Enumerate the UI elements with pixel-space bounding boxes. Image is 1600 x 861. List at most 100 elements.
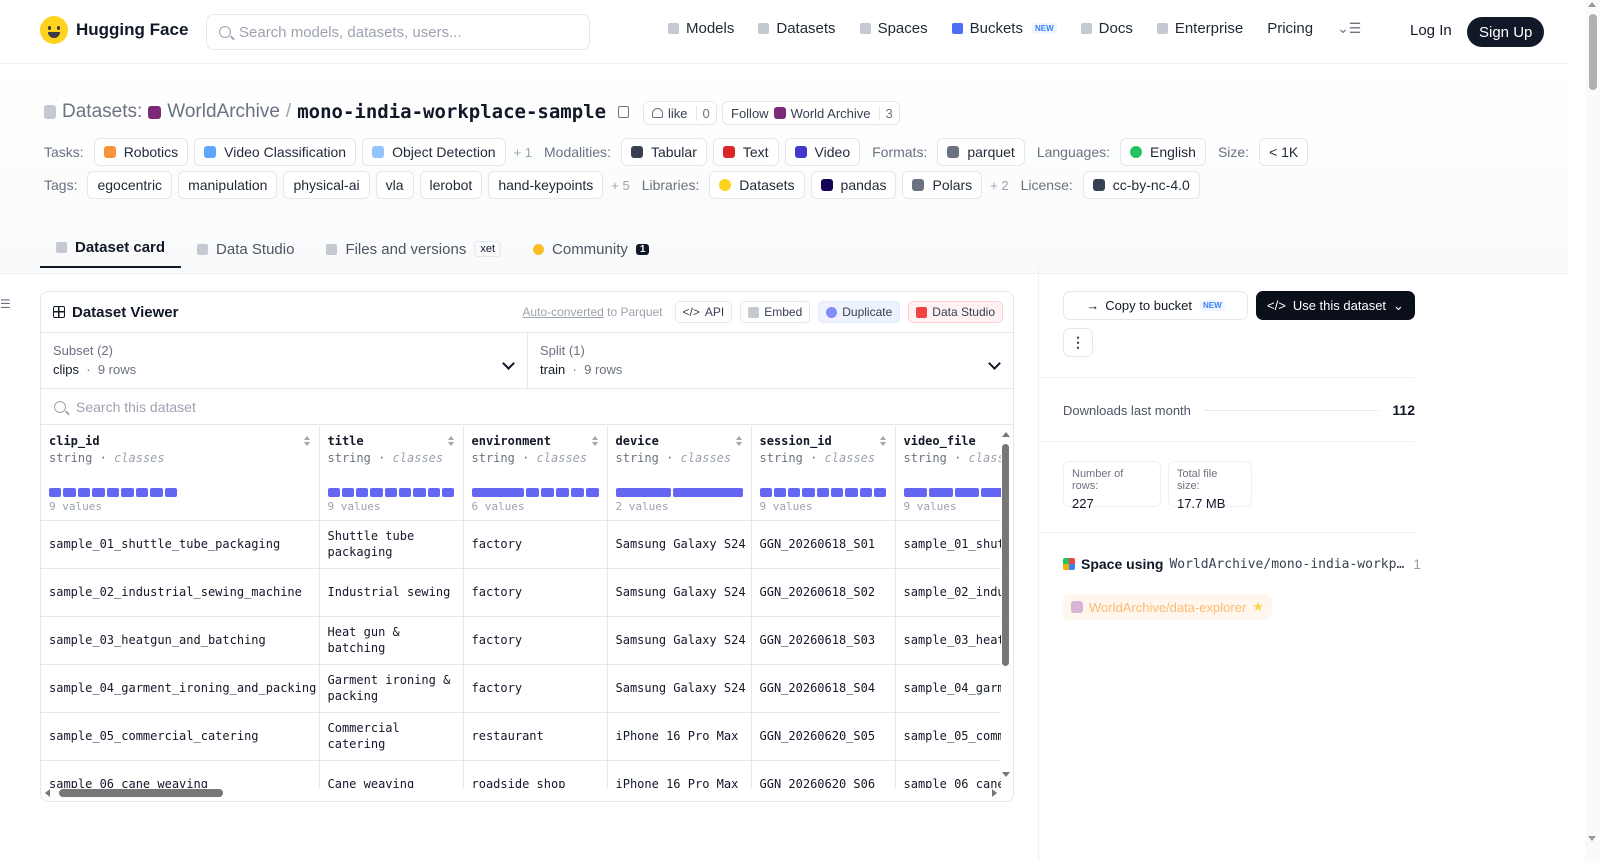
cell-clip-id[interactable]: sample_03_heatgun_and_batching xyxy=(41,616,320,665)
cell-session-id[interactable]: GGN_20260618_S04 xyxy=(751,664,896,713)
cell-device[interactable]: iPhone 16 Pro Max xyxy=(607,760,752,788)
like-button[interactable]: like 0 xyxy=(643,101,717,125)
tag-physical-ai[interactable]: physical-ai xyxy=(283,171,370,199)
cell-session-id[interactable]: GGN_20260620_S06 xyxy=(751,760,896,788)
cell-video-file[interactable]: sample_05_commercial_catering xyxy=(895,712,1001,761)
tag-vla[interactable]: vla xyxy=(375,171,414,199)
column-header[interactable]: device string · classes 2 values xyxy=(607,426,752,521)
table-row[interactable]: sample_03_heatgun_and_batching Heat gun … xyxy=(41,616,1001,665)
global-search-input[interactable]: Search models, datasets, users... xyxy=(206,14,590,50)
tab-community[interactable]: Community 1 xyxy=(517,230,665,268)
cell-session-id[interactable]: GGN_20260618_S03 xyxy=(751,616,896,665)
login-link[interactable]: Log In xyxy=(1410,22,1452,39)
sort-icon[interactable] xyxy=(303,436,311,448)
scroll-thumb[interactable] xyxy=(1002,444,1009,666)
cell-device[interactable]: Samsung Galaxy S24 xyxy=(607,664,752,713)
sort-icon[interactable] xyxy=(591,436,599,448)
brand-link[interactable]: Hugging Face xyxy=(40,16,188,44)
task-object-detection[interactable]: Object Detection xyxy=(362,138,506,166)
cell-clip-id[interactable]: sample_01_shuttle_tube_packaging xyxy=(41,520,320,569)
tab-dataset-card[interactable]: Dataset card xyxy=(40,230,182,268)
language-english[interactable]: English xyxy=(1120,138,1206,166)
embed-button[interactable]: Embed xyxy=(740,301,811,323)
space-link-chip[interactable]: WorldArchive/data-explorer ★ xyxy=(1063,594,1272,620)
cell-environment[interactable]: roadside shop xyxy=(463,760,608,788)
modality-video[interactable]: Video xyxy=(784,138,861,166)
cell-video-file[interactable]: sample_06_cane_weaving xyxy=(895,760,1001,788)
more-menu-icon[interactable]: ⌄☰ xyxy=(1337,20,1361,37)
nav-models[interactable]: Models xyxy=(668,20,734,37)
cell-video-file[interactable]: sample_02_industrial_sewing_machine xyxy=(895,568,1001,617)
library-pandas[interactable]: pandas xyxy=(810,171,897,199)
nav-pricing[interactable]: Pricing xyxy=(1267,20,1313,37)
tab-data-studio[interactable]: Data Studio xyxy=(181,230,310,268)
library-datasets[interactable]: Datasets xyxy=(709,171,805,199)
cell-title[interactable]: Garment ironing & packing xyxy=(319,664,464,713)
modality-text[interactable]: Text xyxy=(712,138,779,166)
scroll-down-arrow-icon[interactable] xyxy=(1588,836,1596,841)
data-studio-button[interactable]: Data Studio xyxy=(908,301,1003,323)
column-header[interactable]: video_file string · classes 9 values xyxy=(895,426,1001,521)
format-parquet[interactable]: parquet xyxy=(937,138,1025,166)
scroll-up-arrow-icon[interactable] xyxy=(1002,432,1010,437)
copy-to-bucket-button[interactable]: → Copy to bucket NEW xyxy=(1063,291,1248,320)
task-video-classification[interactable]: Video Classification xyxy=(194,138,357,166)
more-options-button[interactable]: ⋮ xyxy=(1063,328,1093,357)
cell-environment[interactable]: restaurant xyxy=(463,712,608,761)
cell-clip-id[interactable]: sample_02_industrial_sewing_machine xyxy=(41,568,320,617)
sort-icon[interactable] xyxy=(879,436,887,448)
scroll-up-arrow-icon[interactable] xyxy=(1588,2,1596,7)
page-scrollbar[interactable] xyxy=(1585,0,1600,861)
size-tag[interactable]: < 1K xyxy=(1259,138,1309,166)
cell-clip-id[interactable]: sample_06_cane_weaving xyxy=(41,760,320,788)
cell-device[interactable]: Samsung Galaxy S24 xyxy=(607,520,752,569)
api-button[interactable]: </> API xyxy=(674,301,733,323)
tag-lerobot[interactable]: lerobot xyxy=(419,171,483,199)
tags-more[interactable]: + 5 xyxy=(611,178,629,193)
scroll-left-arrow-icon[interactable] xyxy=(45,789,50,797)
cell-video-file[interactable]: sample_01_shuttle_tube_packaging xyxy=(895,520,1001,569)
cell-session-id[interactable]: GGN_20260618_S02 xyxy=(751,568,896,617)
value-distribution-bars[interactable] xyxy=(471,488,599,497)
cell-title[interactable]: Cane weaving xyxy=(319,760,464,788)
cell-environment[interactable]: factory xyxy=(463,568,608,617)
libraries-more[interactable]: + 2 xyxy=(990,178,1008,193)
dataset-search-input[interactable]: Search this dataset xyxy=(41,389,1013,425)
license-tag[interactable]: cc-by-nc-4.0 xyxy=(1082,171,1200,199)
tab-files[interactable]: Files and versions xet xyxy=(310,230,517,268)
follow-button[interactable]: Follow World Archive 3 xyxy=(722,101,900,125)
cell-video-file[interactable]: sample_03_heatgun_and_batching xyxy=(895,616,1001,665)
nav-buckets[interactable]: Buckets NEW xyxy=(951,20,1057,37)
cell-environment[interactable]: factory xyxy=(463,616,608,665)
cell-device[interactable]: Samsung Galaxy S24 xyxy=(607,616,752,665)
split-select[interactable]: Split (1) train · 9 rows xyxy=(527,333,1013,388)
table-horizontal-scrollbar[interactable] xyxy=(45,788,997,798)
column-header[interactable]: title string · classes 9 values xyxy=(319,426,464,521)
column-header[interactable]: environment string · classes 6 values xyxy=(463,426,608,521)
cell-title[interactable]: Commercial catering xyxy=(319,712,464,761)
org-link[interactable]: WorldArchive xyxy=(167,101,280,123)
column-header[interactable]: clip_id string · classes 9 values xyxy=(41,426,320,521)
column-header[interactable]: session_id string · classes 9 values xyxy=(751,426,896,521)
table-row[interactable]: sample_02_industrial_sewing_machine Indu… xyxy=(41,568,1001,617)
value-distribution-bars[interactable] xyxy=(759,488,887,497)
tag-manipulation[interactable]: manipulation xyxy=(178,171,278,199)
cell-clip-id[interactable]: sample_04_garment_ironing_and_packing xyxy=(41,664,320,713)
duplicate-button[interactable]: Duplicate xyxy=(818,301,901,323)
cell-device[interactable]: Samsung Galaxy S24 xyxy=(607,568,752,617)
nav-docs[interactable]: Docs xyxy=(1080,20,1133,37)
cell-title[interactable]: Heat gun & batching xyxy=(319,616,464,665)
cell-device[interactable]: iPhone 16 Pro Max xyxy=(607,712,752,761)
scroll-right-arrow-icon[interactable] xyxy=(992,789,997,797)
title-prefix[interactable]: Datasets: xyxy=(62,101,142,123)
tag-hand-keypoints[interactable]: hand-keypoints xyxy=(488,171,604,199)
subset-select[interactable]: Subset (2) clips · 9 rows xyxy=(41,333,527,388)
cell-clip-id[interactable]: sample_05_commercial_catering xyxy=(41,712,320,761)
nav-datasets[interactable]: Datasets xyxy=(758,20,836,37)
sort-icon[interactable] xyxy=(447,436,455,448)
table-of-contents-icon[interactable]: ☰ xyxy=(0,297,11,311)
tag-egocentric[interactable]: egocentric xyxy=(87,171,173,199)
cell-video-file[interactable]: sample_04_garment_ironing_and_packing xyxy=(895,664,1001,713)
table-row[interactable]: sample_04_garment_ironing_and_packing Ga… xyxy=(41,664,1001,713)
cell-session-id[interactable]: GGN_20260620_S05 xyxy=(751,712,896,761)
